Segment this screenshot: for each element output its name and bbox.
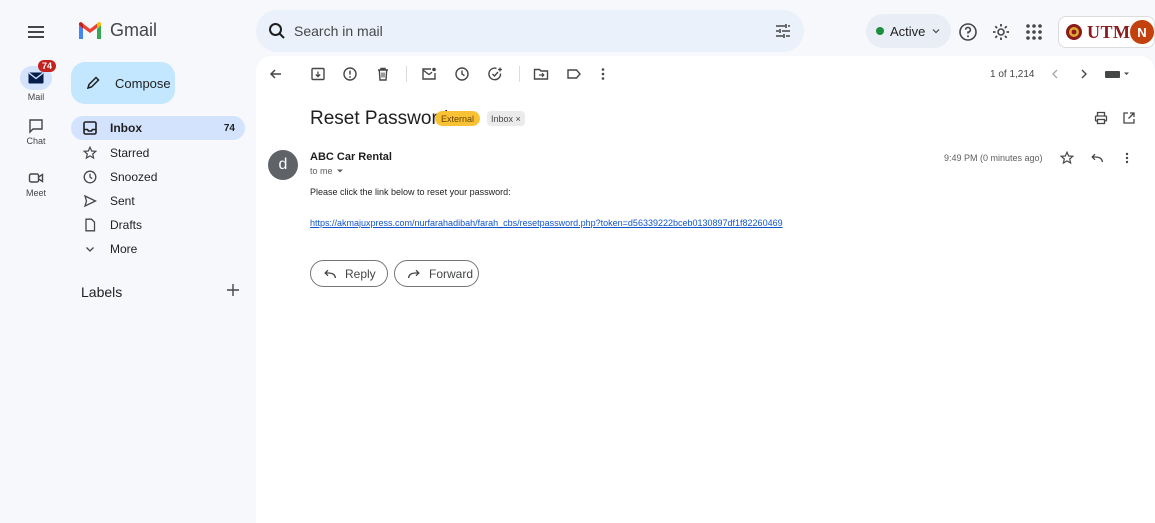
meet-video-icon (28, 170, 44, 186)
toolbar-divider (406, 66, 407, 82)
email-subject: Reset Password (310, 108, 449, 129)
nav-item-snoozed[interactable]: Snoozed (71, 165, 245, 189)
rail-chat-label: Chat (26, 136, 46, 146)
sender-avatar[interactable]: d (268, 150, 298, 180)
compose-button[interactable]: Compose (71, 62, 175, 104)
add-to-tasks-icon[interactable] (487, 66, 503, 82)
nav-item-starred[interactable]: Starred (71, 141, 245, 165)
rail-mail-label: Mail (27, 92, 45, 102)
clock-icon (83, 170, 97, 184)
label-tag-icon[interactable] (566, 66, 582, 82)
pencil-icon (85, 75, 101, 91)
search-bar[interactable] (256, 10, 804, 52)
apps-grid-icon[interactable] (1024, 22, 1044, 42)
newer-chevron-left-icon[interactable] (1047, 66, 1063, 82)
nav-item-more[interactable]: More (71, 237, 245, 261)
delete-trash-icon[interactable] (375, 66, 391, 82)
settings-gear-icon[interactable] (991, 22, 1011, 42)
status-label: Active (890, 23, 926, 39)
nav-snoozed-label: Snoozed (110, 170, 158, 184)
gmail-wordmark: Gmail (110, 20, 158, 40)
snooze-clock-icon[interactable] (454, 66, 470, 82)
forward-button[interactable]: Forward (394, 260, 479, 287)
forward-icon (407, 267, 421, 281)
add-label-icon[interactable] (225, 282, 241, 298)
chevron-down-icon (931, 26, 941, 36)
reply-icon (323, 267, 337, 281)
open-in-new-window-icon[interactable] (1122, 111, 1136, 125)
compose-label: Compose (115, 75, 171, 91)
send-icon (83, 194, 97, 208)
input-tools-keyboard-icon[interactable] (1104, 66, 1132, 82)
gmail-m-icon (78, 21, 102, 40)
rail-meet[interactable]: Meet (8, 170, 64, 198)
inbox-label-chip[interactable]: Inbox × (487, 111, 525, 126)
rail-meet-label: Meet (25, 188, 46, 198)
nav-item-inbox[interactable]: Inbox 74 (71, 116, 245, 140)
organization-name: UTM (1087, 21, 1131, 42)
older-chevron-right-icon[interactable] (1076, 66, 1092, 82)
nav-inbox-label: Inbox (110, 121, 142, 135)
nav-item-drafts[interactable]: Drafts (71, 213, 245, 237)
account-avatar[interactable]: N (1130, 20, 1154, 44)
archive-icon[interactable] (310, 66, 326, 82)
recipient-text: to me (310, 166, 333, 176)
message-more-options-icon[interactable] (1120, 151, 1134, 165)
inbox-unread-count: 74 (223, 122, 235, 134)
mail-icon (28, 72, 44, 84)
reply-arrow-icon[interactable] (1090, 151, 1104, 165)
mark-unread-icon[interactable] (421, 66, 437, 82)
move-to-folder-icon[interactable] (533, 66, 549, 82)
nav-item-sent[interactable]: Sent (71, 189, 245, 213)
reset-password-link[interactable]: https://akmajuxpress.com/nurfarahadibah/… (310, 218, 783, 228)
message-timestamp: 9:49 PM (0 minutes ago) (944, 153, 1043, 163)
external-label-chip: External (435, 111, 481, 126)
recipient-details[interactable]: to me (310, 166, 344, 176)
search-input[interactable] (294, 23, 774, 39)
labels-heading: Labels (81, 284, 123, 300)
email-body-text: Please click the link below to reset you… (310, 187, 511, 197)
back-arrow-icon[interactable] (268, 66, 284, 82)
gmail-logo[interactable]: Gmail (78, 20, 157, 41)
rail-chat[interactable]: Chat (8, 118, 64, 146)
reply-button[interactable]: Reply (310, 260, 388, 287)
mail-unread-badge: 74 (37, 60, 56, 72)
nav-more-label: More (110, 242, 138, 256)
reply-label: Reply (345, 266, 376, 281)
sender-name[interactable]: ABC Car Rental (310, 151, 392, 163)
star-icon (83, 146, 97, 160)
report-spam-icon[interactable] (342, 66, 358, 82)
main-menu-icon[interactable] (24, 20, 48, 44)
chat-icon (28, 118, 44, 134)
nav-sent-label: Sent (110, 194, 135, 208)
utm-crest-icon (1065, 21, 1083, 43)
help-icon[interactable] (958, 22, 978, 42)
status-dot (876, 27, 884, 35)
more-options-icon[interactable] (595, 66, 611, 82)
caret-down-icon (336, 167, 344, 175)
rail-mail[interactable]: 74 Mail (8, 60, 64, 102)
mail-pill: 74 (20, 60, 56, 90)
nav-starred-label: Starred (110, 146, 150, 160)
search-options-icon[interactable] (774, 22, 792, 40)
status-dropdown[interactable]: Active (866, 14, 952, 48)
chevron-down-icon (83, 242, 97, 256)
inbox-icon (83, 121, 97, 135)
print-icon[interactable] (1094, 111, 1108, 125)
star-icon[interactable] (1060, 151, 1074, 165)
toolbar-divider (519, 66, 520, 82)
forward-label: Forward (429, 266, 474, 281)
nav-drafts-label: Drafts (110, 218, 143, 232)
draft-file-icon (83, 218, 97, 232)
search-icon[interactable] (268, 22, 286, 40)
pagination-text: 1 of 1,214 (990, 69, 1035, 80)
